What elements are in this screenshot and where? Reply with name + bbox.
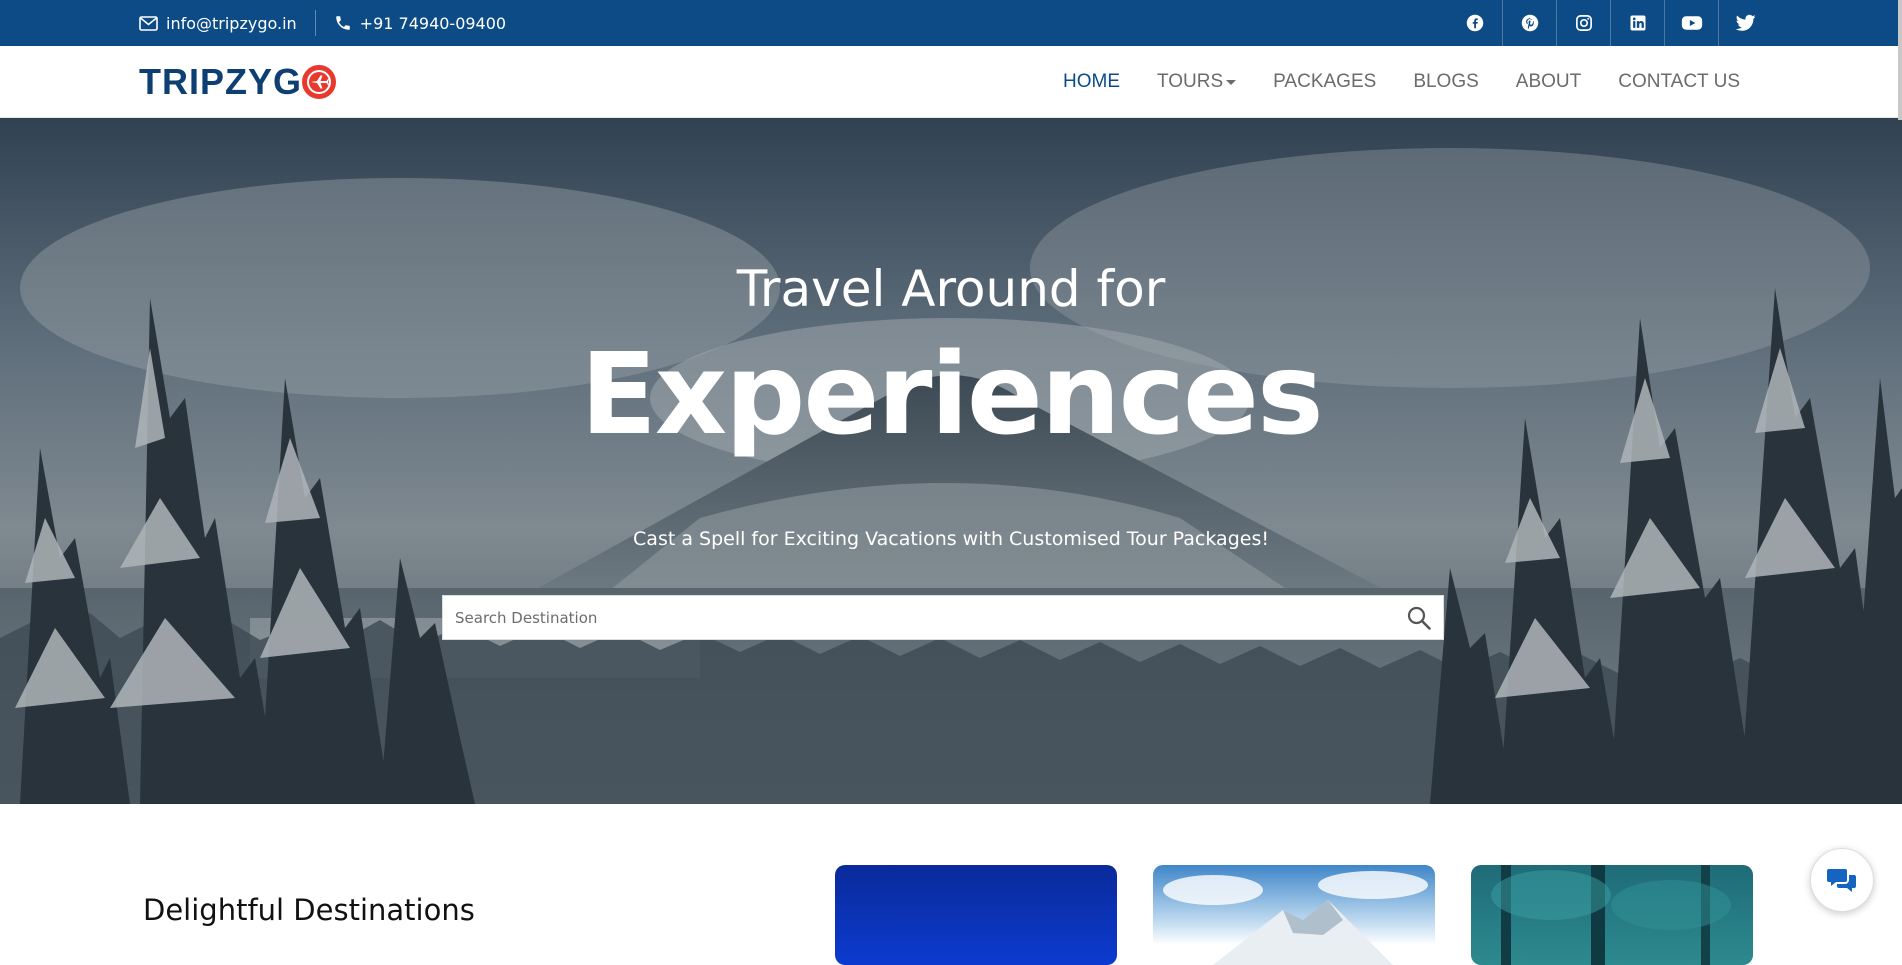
page-scrollbar[interactable] [1898, 0, 1902, 120]
top-contact-bar: info@tripzygo.in +91 74940-09400 [0, 0, 1902, 46]
twitter-link[interactable] [1718, 0, 1772, 46]
phone-text: +91 74940-09400 [359, 13, 507, 33]
twitter-icon [1735, 14, 1756, 31]
pinterest-link[interactable] [1502, 0, 1556, 46]
destination-search [442, 595, 1444, 640]
forest-image [1491, 865, 1731, 965]
email-link[interactable]: info@tripzygo.in [139, 14, 297, 33]
contact-divider [314, 10, 316, 36]
facebook-icon [1466, 14, 1484, 32]
search-icon [1407, 606, 1431, 630]
brand-go: O [302, 65, 337, 99]
hero-banner: Travel Around for Experiences Cast a Spe… [0, 118, 1902, 804]
nav-item-label: BLOGS [1413, 71, 1479, 92]
linkedin-icon [1630, 15, 1645, 31]
facebook-link[interactable] [1448, 0, 1502, 46]
mail-icon [139, 15, 158, 31]
nav-item-about[interactable]: ABOUT [1516, 71, 1581, 93]
nav-item-blogs[interactable]: BLOGS [1413, 71, 1478, 93]
brand-name-part1: TRIPZYG [139, 61, 303, 102]
nav-menu: HOME TOURS PACKAGES BLOGS ABOUT CONTACT … [1026, 46, 1740, 118]
main-navbar: TRIPZYG O HOME TOURS PACKAGES BLOGS ABOU… [0, 46, 1902, 118]
nav-item-contact-us[interactable]: CONTACT US [1618, 71, 1740, 93]
section-title: Delightful Destinations [143, 893, 475, 927]
snow-mountain-image [1163, 871, 1428, 965]
nav-item-tours[interactable]: TOURS [1157, 71, 1237, 93]
hero-title-big: Experiences [580, 330, 1323, 460]
phone-icon [335, 16, 350, 30]
nav-item-label: HOME [1063, 71, 1120, 92]
destination-card[interactable] [835, 865, 1117, 965]
social-links [1448, 0, 1772, 46]
instagram-link[interactable] [1556, 0, 1610, 46]
hero-subtitle: Cast a Spell for Exciting Vacations with… [633, 528, 1269, 550]
contact-info: info@tripzygo.in +91 74940-09400 [139, 0, 506, 46]
nav-item-label: CONTACT US [1618, 71, 1740, 92]
nav-item-label: TOURS [1157, 71, 1224, 92]
linkedin-link[interactable] [1610, 0, 1664, 46]
youtube-icon [1681, 16, 1702, 30]
caret-down-icon [1226, 79, 1237, 85]
chat-button[interactable] [1810, 848, 1874, 912]
nav-item-label: ABOUT [1515, 71, 1582, 92]
plane-o-icon [302, 65, 337, 99]
instagram-icon [1575, 15, 1592, 31]
destination-card[interactable] [1471, 865, 1753, 965]
nav-item-packages[interactable]: PACKAGES [1273, 71, 1376, 93]
hero-overlay [0, 118, 1902, 804]
brand-logo[interactable]: TRIPZYG O [139, 61, 337, 102]
search-input[interactable] [443, 596, 1395, 639]
chat-bubbles-icon [1827, 869, 1856, 892]
hero-title-small: Travel Around for [736, 260, 1166, 318]
pinterest-icon [1521, 14, 1538, 32]
youtube-link[interactable] [1664, 0, 1718, 46]
email-text: info@tripzygo.in [166, 13, 297, 33]
destination-card[interactable] [1153, 865, 1435, 965]
nav-item-home[interactable]: HOME [1063, 71, 1120, 93]
search-button[interactable] [1395, 595, 1443, 640]
nav-item-label: PACKAGES [1273, 71, 1377, 92]
phone-link[interactable]: +91 74940-09400 [334, 14, 506, 33]
